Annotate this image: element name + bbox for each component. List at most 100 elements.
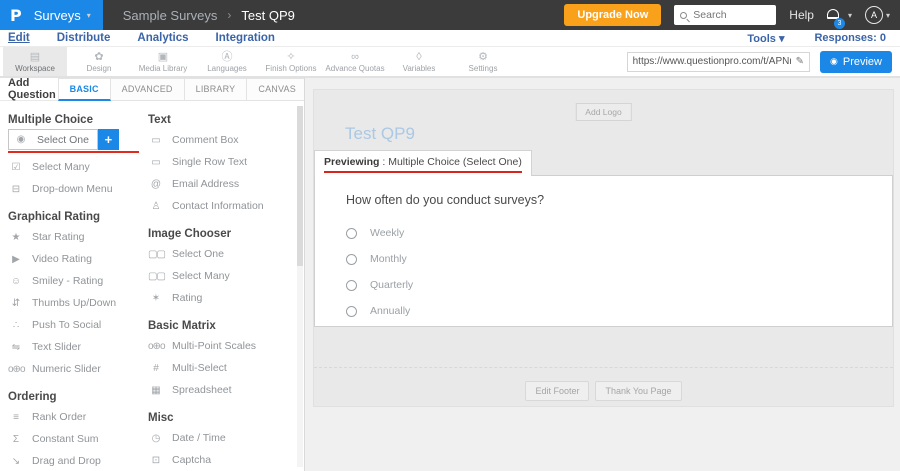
question-type-label: Select One (172, 248, 224, 260)
question-type-smiley-rating[interactable]: ☺Smiley - Rating (8, 270, 148, 292)
answer-option-label: Monthly (370, 253, 407, 265)
question-type-text-slider[interactable]: ⇋Text Slider (8, 336, 148, 358)
toolbar-item-finish-options[interactable]: ✧Finish Options (259, 47, 323, 76)
panel-title: Add Question (8, 78, 56, 101)
toolbar-item-label: Finish Options (265, 64, 316, 73)
radio-button[interactable] (346, 306, 357, 317)
nav-tab-integration[interactable]: Integration (216, 32, 275, 44)
breadcrumb-separator-icon: › (227, 8, 231, 22)
add-logo-button[interactable]: Add Logo (575, 103, 631, 121)
finish-options-icon: ✧ (286, 51, 295, 63)
question-type-contact-information[interactable]: ♙Contact Information (148, 195, 298, 217)
question-type-push-to-social[interactable]: ∴Push To Social (8, 314, 148, 336)
toolbar-item-label: Advance Quotas (325, 64, 384, 73)
question-type-select-one[interactable]: ▢▢Select One (148, 243, 298, 265)
thank-you-page-button[interactable]: Thank You Page (595, 381, 681, 401)
section-title-basic-matrix: Basic Matrix (148, 320, 298, 332)
panel-tab-basic[interactable]: BASIC (58, 78, 111, 101)
question-type-label: Constant Sum (32, 433, 99, 445)
preview-button[interactable]: ◉ Preview (820, 51, 892, 73)
notifications-button[interactable]: 3 ▾ (827, 11, 852, 20)
nav-tab-edit[interactable]: Edit (8, 32, 30, 44)
edit-footer-button[interactable]: Edit Footer (525, 381, 589, 401)
brand-area: P Surveys ▾ (0, 0, 103, 30)
panel-tab-library[interactable]: LIBRARY (185, 78, 248, 101)
question-type-multi-point-scales[interactable]: o⊕oMulti-Point Scales (148, 335, 298, 357)
responses-count-link[interactable]: Responses: 0 (814, 32, 886, 45)
nav-tab-analytics[interactable]: Analytics (137, 32, 188, 44)
toolbar-item-workspace[interactable]: ▤Workspace (3, 47, 67, 76)
toolbar-item-variables[interactable]: ◊Variables (387, 47, 451, 76)
eye-icon: ◉ (830, 56, 838, 67)
radio-button[interactable] (346, 228, 357, 239)
question-type-single-row-text[interactable]: ▭Single Row Text (148, 151, 298, 173)
search-box (674, 5, 776, 25)
question-type-select-one[interactable]: ◉Select One+ (8, 129, 148, 150)
question-type-label: Select Many (172, 270, 230, 282)
numeric-slider-icon: o⊕o (8, 364, 23, 375)
question-type-date-time[interactable]: ◷Date / Time (148, 427, 298, 449)
question-type-drag-and-drop[interactable]: ↘Drag and Drop (8, 450, 148, 471)
panel-tab-advanced[interactable]: ADVANCED (111, 78, 185, 101)
dropdown-icon: ⊟ (8, 184, 23, 195)
add-question-type-button[interactable]: + (98, 129, 119, 150)
radio-icon: ◉ (13, 134, 28, 145)
question-type-rank-order[interactable]: ≡ Rank Order (8, 406, 148, 428)
toolbar-item-languages[interactable]: ⒶLanguages (195, 47, 259, 76)
survey-url-input[interactable] (633, 56, 791, 67)
upgrade-now-button[interactable]: Upgrade Now (564, 4, 661, 26)
question-type-email-address[interactable]: @Email Address (148, 173, 298, 195)
nav-tab-distribute[interactable]: Distribute (57, 32, 111, 44)
question-type-thumbs-up-down[interactable]: ⇵Thumbs Up/Down (8, 292, 148, 314)
question-type-constant-sum[interactable]: ΣConstant Sum (8, 428, 148, 450)
question-type-label: Numeric Slider (32, 363, 101, 375)
add-question-panel: Add Question BASICADVANCEDLIBRARYCANVAS … (0, 78, 305, 471)
panel-scrollbar[interactable] (297, 106, 303, 467)
question-type-label: Text Slider (32, 341, 81, 353)
question-type-drop-down-menu[interactable]: ⊟Drop-down Menu (8, 178, 148, 200)
scrollbar-thumb[interactable] (297, 106, 303, 266)
question-type-captcha[interactable]: ⊡Captcha (148, 449, 298, 471)
edit-url-icon[interactable]: ✎ (796, 56, 804, 67)
question-type-label: Rank Order (32, 411, 86, 423)
question-type-multi-select[interactable]: #Multi-Select (148, 357, 298, 379)
question-type-numeric-slider[interactable]: o⊕o Numeric Slider (8, 358, 148, 380)
questionpro-logo[interactable]: P (10, 6, 22, 25)
red-underline (324, 171, 522, 173)
img-many-icon: ▢▢ (148, 271, 163, 282)
search-input[interactable] (693, 9, 770, 21)
tools-menu[interactable]: Tools ▾ (747, 32, 784, 45)
toolbar-item-media-library[interactable]: ▣Media Library (131, 47, 195, 76)
toolbar-item-design[interactable]: ✿Design (67, 47, 131, 76)
survey-title[interactable]: Test QP9 (345, 124, 415, 144)
rank-icon: ≡ (8, 412, 23, 423)
surveys-menu[interactable]: Surveys ▾ (34, 8, 91, 23)
help-link[interactable]: Help (789, 8, 814, 22)
answer-option-quarterly: Quarterly (346, 272, 872, 298)
question-type-box[interactable]: ◉Select One (8, 129, 98, 150)
radio-button[interactable] (346, 254, 357, 265)
panel-tab-canvas[interactable]: CANVAS (247, 78, 305, 101)
question-type-label: Star Rating (32, 231, 85, 243)
social-icon: ∴ (8, 320, 23, 331)
question-type-select-many[interactable]: ☑Select Many (8, 156, 148, 178)
question-type-spreadsheet[interactable]: ▦Spreadsheet (148, 379, 298, 401)
question-type-comment-box[interactable]: ▭Comment Box (148, 129, 298, 151)
radio-button[interactable] (346, 280, 357, 291)
answer-option-label: Quarterly (370, 279, 413, 291)
single-row-icon: ▭ (148, 157, 163, 168)
account-menu[interactable]: A ▾ (865, 6, 890, 24)
variables-icon: ◊ (416, 51, 421, 63)
toolbar-item-settings[interactable]: ⚙Settings (451, 47, 515, 76)
question-type-label: Rating (172, 292, 202, 304)
question-type-star-rating[interactable]: ★Star Rating (8, 226, 148, 248)
footer-buttons: Edit Footer Thank You Page (314, 381, 893, 401)
question-text: How often do you conduct surveys? (346, 193, 872, 207)
question-type-select-many[interactable]: ▢▢ Select Many (148, 265, 298, 287)
question-type-rating[interactable]: ✶Rating (148, 287, 298, 309)
toolbar-item-advance-quotas[interactable]: ∞Advance Quotas (323, 47, 387, 76)
panel-body: Multiple Choice◉Select One+☑Select Many⊟… (0, 101, 304, 471)
question-type-video-rating[interactable]: ▶Video Rating (8, 248, 148, 270)
question-type-label: Multi-Select (172, 362, 227, 374)
breadcrumb-sample-surveys[interactable]: Sample Surveys (123, 8, 218, 23)
